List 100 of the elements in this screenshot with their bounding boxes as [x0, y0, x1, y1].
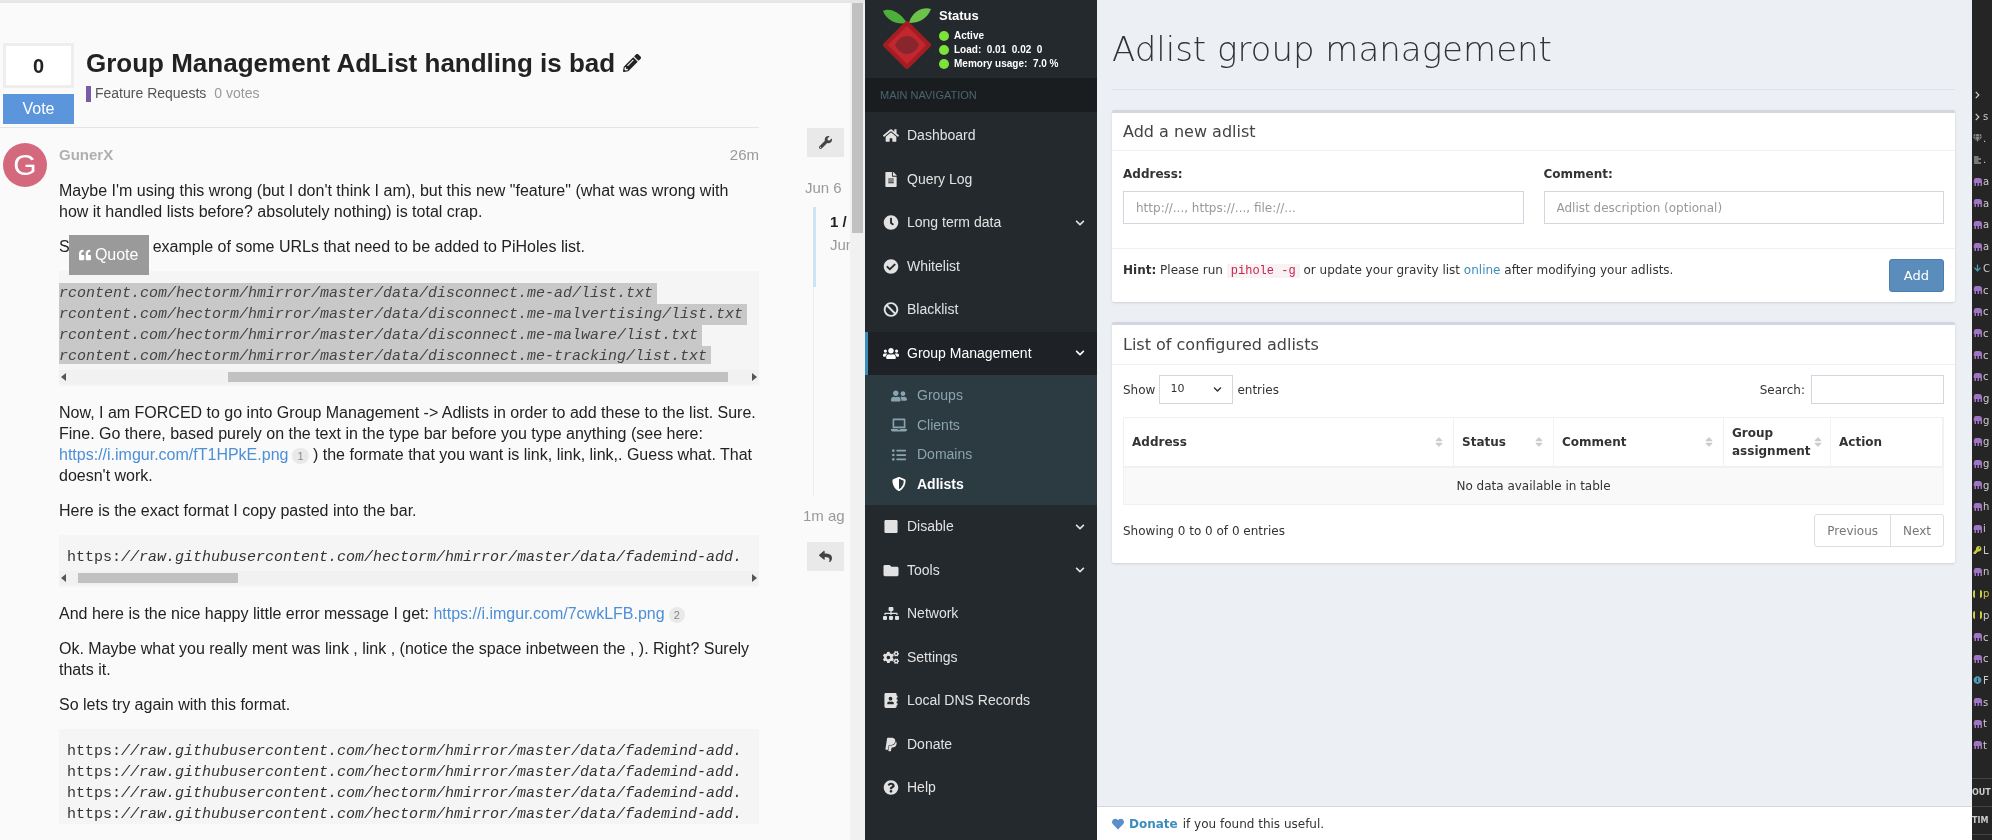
- nav-item[interactable]: Query Log: [865, 157, 1097, 201]
- file-name[interactable]: c: [1983, 325, 1989, 341]
- nav-item[interactable]: Blacklist: [865, 288, 1097, 332]
- lines-icon: [1973, 155, 1982, 164]
- column-header[interactable]: Group assignment: [1724, 418, 1831, 466]
- elephant-icon: [1973, 633, 1982, 642]
- file-name[interactable]: g: [1983, 390, 1990, 406]
- file-name[interactable]: c: [1983, 629, 1989, 645]
- file-name[interactable]: c: [1983, 304, 1989, 320]
- file-name[interactable]: c: [1983, 651, 1989, 667]
- category-name[interactable]: Feature Requests: [95, 83, 207, 104]
- nav-item[interactable]: Dashboard: [865, 114, 1097, 158]
- chevron-icon: [1973, 90, 1982, 99]
- file-name[interactable]: g: [1983, 412, 1990, 428]
- file-name[interactable]: g: [1983, 477, 1990, 493]
- column-header[interactable]: Action: [1831, 418, 1943, 466]
- code-line: https://raw.githubusercontent.com/hectorm/hmirror/master/data/fademind-add.: [67, 784, 743, 804]
- nav-item[interactable]: Network: [865, 592, 1097, 636]
- elephant-icon: [1973, 416, 1982, 425]
- post-paragraph: Now, I am FORCED to go into Group Management -> Adlists in order to add these to the list. Sure. Fine. Go there, based purely on the text in the type bar before you type anything (see here: https://i.imgur.com/fT1HPkE.png 1 ) the formate that you want is link, link, link,. Guess what. That doesn't work.: [59, 403, 757, 486]
- table-info: Showing 0 to 0 of 0 entries: [1123, 522, 1285, 540]
- vertical-scrollbar[interactable]: [850, 3, 865, 840]
- file-name[interactable]: a: [1983, 239, 1990, 255]
- laptop-icon: [891, 418, 907, 433]
- timeline-position: 1 /: [830, 212, 848, 232]
- elephant-icon: [1973, 719, 1982, 728]
- column-header[interactable]: Status: [1454, 418, 1554, 466]
- file-name[interactable]: a: [1983, 195, 1990, 211]
- pagination-button[interactable]: Next: [1890, 514, 1944, 547]
- nav-item[interactable]: Tools: [865, 548, 1097, 592]
- text-field[interactable]: http://..., https://..., file://...: [1123, 191, 1524, 224]
- text-field[interactable]: Adlist description (optional): [1543, 191, 1944, 224]
- post-paragraph: example of some URLs that need to be added to PiHoles list.: [152, 236, 585, 257]
- file-name[interactable]: h: [1983, 499, 1990, 515]
- category-tag[interactable]: [86, 85, 91, 102]
- nav-item[interactable]: Whitelist: [865, 244, 1097, 288]
- page-size-select[interactable]: 10: [1159, 375, 1234, 404]
- file-name[interactable]: a: [1983, 217, 1990, 233]
- file-name[interactable]: n: [1983, 564, 1990, 580]
- file-name[interactable]: g: [1983, 434, 1990, 450]
- file-name[interactable]: c: [1983, 282, 1989, 298]
- search-field[interactable]: [1811, 375, 1944, 404]
- elephant-icon: [1973, 220, 1982, 229]
- post-paragraph: Here is the exact format I copy pasted into the bar.: [59, 501, 418, 521]
- file-name[interactable]: .: [1983, 130, 1987, 146]
- admin-wrench-button[interactable]: [807, 127, 844, 157]
- nav-item[interactable]: Help: [865, 766, 1097, 810]
- file-name[interactable]: s: [1983, 109, 1989, 125]
- nav-subitem[interactable]: Domains: [865, 440, 1097, 470]
- file-name[interactable]: F: [1983, 672, 1989, 688]
- file-name[interactable]: a: [1983, 174, 1990, 190]
- post-paragraph: Maybe I'm using this wrong (but I don't think I am), but this new "feature" (what was wrong with how it handled lists before? absolutely nothing) is total crap.: [59, 181, 730, 222]
- hint-text: Hint: Please run pihole -g or update your gravity list online after modifying your adlists.: [1123, 262, 1674, 280]
- pagination-button[interactable]: Previous: [1814, 514, 1892, 547]
- nav-subitem[interactable]: Groups: [865, 381, 1097, 411]
- horizontal-scrollbar[interactable]: [59, 571, 759, 585]
- file-name[interactable]: .: [1983, 152, 1987, 168]
- nav-item[interactable]: Group Management: [865, 331, 1097, 375]
- file-name[interactable]: t: [1983, 737, 1987, 753]
- search-label: Search:: [1759, 381, 1805, 399]
- nav-subitem[interactable]: Clients: [865, 410, 1097, 440]
- horizontal-scrollbar[interactable]: [59, 370, 759, 384]
- nav-item[interactable]: Donate: [865, 722, 1097, 766]
- nav-item[interactable]: Local DNS Records: [865, 679, 1097, 723]
- file-name[interactable]: t: [1983, 716, 1987, 732]
- donate-link[interactable]: Donate: [1129, 814, 1178, 833]
- field-label: Address:: [1123, 166, 1184, 183]
- file-name[interactable]: c: [1983, 369, 1989, 385]
- file-name[interactable]: s: [1983, 694, 1989, 710]
- chevron-icon: [1213, 385, 1223, 394]
- file-name[interactable]: c: [1983, 347, 1989, 363]
- entries-label: entries: [1237, 381, 1279, 399]
- nav-item[interactable]: Long term data: [865, 201, 1097, 245]
- elephant-icon: [1973, 177, 1982, 186]
- box-title: Add a new adlist: [1123, 120, 1256, 143]
- reply-button[interactable]: [807, 541, 844, 571]
- column-header[interactable]: Comment: [1554, 418, 1724, 466]
- edit-icon[interactable]: [623, 54, 642, 72]
- add-button[interactable]: Add: [1888, 259, 1944, 292]
- status-text: Load: 0.01 0.02 0: [954, 43, 1043, 57]
- panel-header[interactable]: TIM: [1972, 814, 1989, 827]
- online-link[interactable]: online: [1463, 263, 1501, 277]
- file-name[interactable]: i: [1983, 521, 1986, 537]
- panel-header[interactable]: OUT: [1972, 786, 1991, 799]
- file-name[interactable]: g: [1983, 456, 1990, 472]
- nav-item[interactable]: Settings: [865, 635, 1097, 679]
- quote-icon: [78, 248, 91, 261]
- nav-item[interactable]: Disable: [865, 505, 1097, 549]
- column-header[interactable]: Address: [1124, 418, 1454, 466]
- shield-icon: [891, 477, 907, 492]
- file-name[interactable]: C: [1983, 260, 1990, 276]
- box-title: List of configured adlists: [1123, 333, 1319, 356]
- file-name[interactable]: p: [1983, 586, 1990, 602]
- heart-icon: [1112, 817, 1124, 830]
- file-name[interactable]: p: [1983, 607, 1990, 623]
- nav-subitem[interactable]: Adlists: [865, 469, 1097, 499]
- file-name[interactable]: L: [1983, 542, 1989, 558]
- users-icon: [883, 345, 899, 361]
- vote-count: 0: [3, 43, 74, 88]
- code-line: https://raw.githubusercontent.com/hectorm/hmirror/master/data/fademind-add.: [67, 742, 743, 762]
